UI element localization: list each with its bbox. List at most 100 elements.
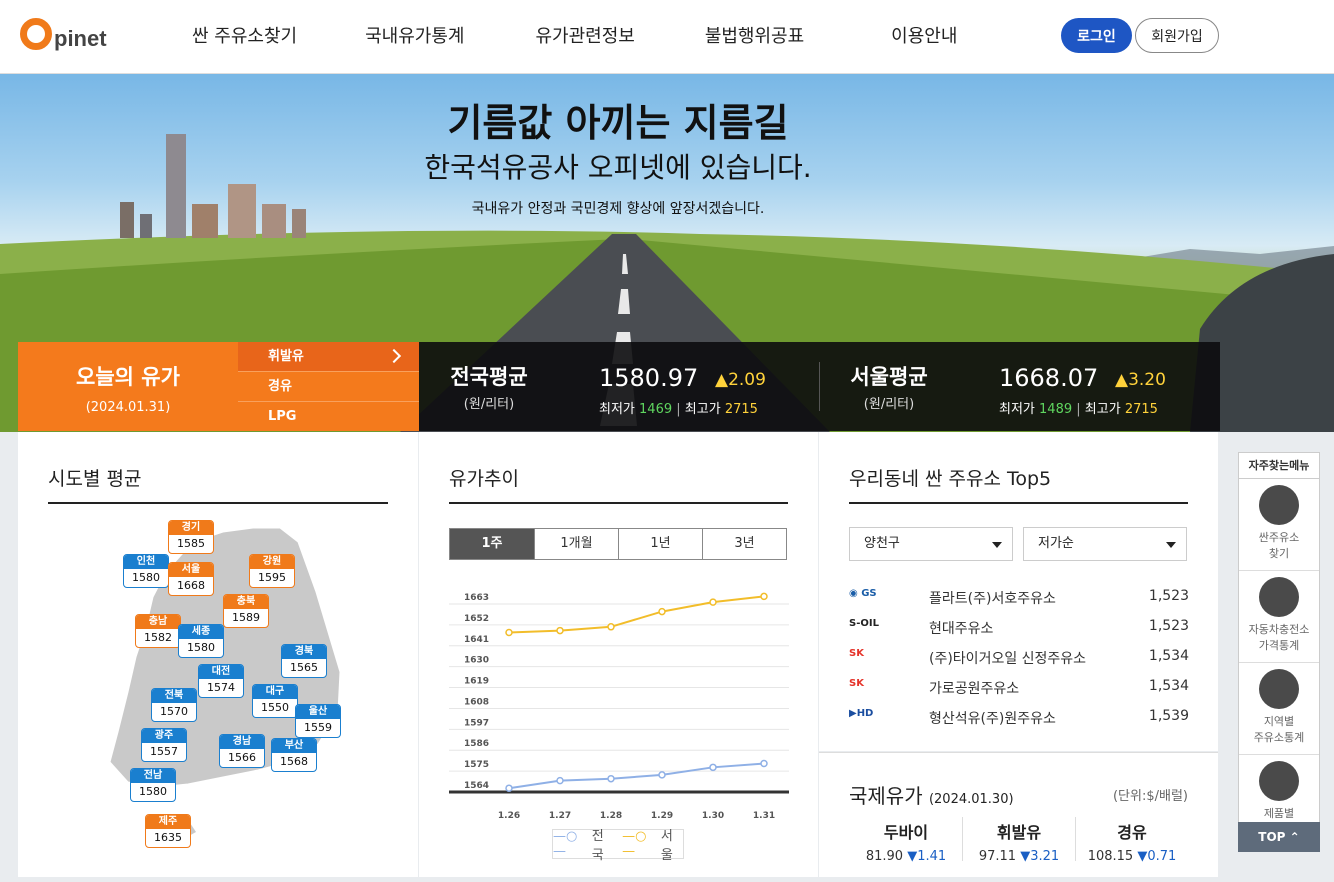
opinet-logo[interactable]: pinet xyxy=(20,14,107,54)
region-value: 1668 xyxy=(177,579,205,592)
data-point[interactable] xyxy=(607,774,615,783)
region-badge[interactable]: 경남 1566 xyxy=(219,734,265,768)
intl-diesel-change: ▼0.71 xyxy=(1137,849,1177,864)
region-value: 1589 xyxy=(232,611,260,624)
data-point[interactable] xyxy=(760,592,768,601)
y-tick-label: 1641 xyxy=(464,635,489,645)
data-point[interactable] xyxy=(658,771,666,779)
region-value: 1557 xyxy=(150,745,178,758)
nav-oil-info[interactable]: 유가관련정보 xyxy=(535,22,634,48)
data-point[interactable] xyxy=(709,598,717,606)
quick-menu-title: 자주찾는메뉴 xyxy=(1239,453,1319,479)
data-point[interactable] xyxy=(760,759,768,768)
intl-dubai: 두바이 81.90 ▼1.41 xyxy=(850,819,962,864)
region-badge[interactable]: 광주 1557 xyxy=(141,728,187,762)
region-name: 충북 xyxy=(224,595,268,609)
top-button[interactable]: TOP ⌃ xyxy=(1238,822,1320,852)
period-1y[interactable]: 1년 xyxy=(618,529,702,559)
region-badge[interactable]: 울산 1559 xyxy=(295,704,341,738)
region-value: 1570 xyxy=(160,705,188,718)
region-badge[interactable]: 대구 1550 xyxy=(252,684,298,718)
station-name: 형산석유(주)원주유소 xyxy=(929,711,1056,727)
nav-cheap-station[interactable]: 싼 주유소찾기 xyxy=(192,22,297,48)
national-label: 전국평균 xyxy=(450,365,528,389)
tab-diesel[interactable]: 경유 xyxy=(238,372,419,402)
data-point[interactable] xyxy=(556,776,564,785)
quick-ev-charge[interactable]: 자동차충전소 가격통계 xyxy=(1239,577,1319,663)
seoul-change: ▲3.20 xyxy=(1115,370,1166,390)
station-row[interactable]: SK (주)타이거오일 신정주유소 1,534 xyxy=(849,642,1189,672)
seoul-label: 서울평균 xyxy=(850,365,928,389)
period-1m[interactable]: 1개월 xyxy=(534,529,618,559)
login-button[interactable]: 로그인 xyxy=(1061,18,1132,53)
nav-illegal[interactable]: 불법행위공표 xyxy=(705,22,804,48)
data-point[interactable] xyxy=(658,607,666,616)
tab-lpg[interactable]: LPG xyxy=(238,402,419,432)
region-badge[interactable]: 대전 1574 xyxy=(198,664,244,698)
nav-domestic-stats[interactable]: 국내유가통계 xyxy=(365,22,464,48)
region-badge[interactable]: 부산 1568 xyxy=(271,738,317,772)
join-button[interactable]: 회원가입 xyxy=(1135,18,1219,53)
region-badge[interactable]: 서울 1668 xyxy=(168,562,214,596)
region-badge[interactable]: 전북 1570 xyxy=(151,688,197,722)
tab-gasoline[interactable]: 휘발유 xyxy=(238,342,419,372)
sort-select[interactable]: 저가순 xyxy=(1023,527,1187,561)
fuel-type-tabs: 휘발유 경유 LPG xyxy=(238,342,419,431)
charger-icon xyxy=(1259,577,1299,617)
station-name: 플라트(주)서호주유소 xyxy=(929,591,1056,607)
hero-title: 기름값 아끼는 지름길 xyxy=(447,101,789,145)
data-point[interactable] xyxy=(505,784,513,792)
data-point[interactable] xyxy=(556,626,564,635)
legend-seoul-marker: —○— xyxy=(622,829,647,859)
trend-title-line xyxy=(449,502,788,504)
map-icon xyxy=(1259,669,1299,709)
legend-seoul: 서울 xyxy=(660,829,673,863)
region-value: 1574 xyxy=(207,681,235,694)
station-row[interactable]: S-OIL 현대주유소 1,523 xyxy=(849,612,1189,642)
nav-guide[interactable]: 이용안내 xyxy=(891,22,957,48)
quick-region-stats[interactable]: 지역별 주유소통계 xyxy=(1239,669,1319,755)
district-select[interactable]: 양천구 xyxy=(849,527,1013,561)
intl-gasoline-name: 휘발유 xyxy=(996,823,1042,842)
hero-description: 국내유가 안정과 국민경제 향상에 앞장서겠습니다. xyxy=(471,201,765,217)
region-name: 부산 xyxy=(272,739,316,753)
region-badge[interactable]: 충남 1582 xyxy=(135,614,181,648)
data-point[interactable] xyxy=(505,628,513,637)
station-row[interactable]: ▶HD 형산석유(주)원주유소 1,539 xyxy=(849,702,1189,732)
region-name: 광주 xyxy=(142,729,186,743)
main-nav: 싼 주유소찾기 국내유가통계 유가관련정보 불법행위공표 이용안내 xyxy=(150,22,957,48)
region-badge[interactable]: 제주 1635 xyxy=(145,814,191,848)
data-point[interactable] xyxy=(709,763,717,772)
national-minmax: 최저가 1469 | 최고가 2715 xyxy=(599,402,758,417)
data-point[interactable] xyxy=(607,623,615,631)
region-badge[interactable]: 세종 1580 xyxy=(178,624,224,658)
region-value: 1559 xyxy=(304,721,332,734)
intl-title-text: 국제유가 xyxy=(849,784,923,808)
period-1w[interactable]: 1주 xyxy=(450,529,534,559)
y-tick-label: 1663 xyxy=(464,593,489,603)
region-value: 1595 xyxy=(258,571,286,584)
region-badge[interactable]: 인천 1580 xyxy=(123,554,169,588)
quick-menu: 자주찾는메뉴 싼주유소 찾기 자동차충전소 가격통계 지역별 주유소통계 제품별… xyxy=(1238,452,1320,852)
top5-panel: 우리동네 싼 주유소 Top5 양천구 저가순 ◉ GS 플라트(주)서호주유소 1… xyxy=(819,432,1218,751)
chart-legend: —○— 전국 —○— 서울 xyxy=(552,829,684,863)
region-value: 1566 xyxy=(228,751,256,764)
national-change: ▲2.09 xyxy=(715,370,766,390)
station-row[interactable]: ◉ GS 플라트(주)서호주유소 1,523 xyxy=(849,582,1189,612)
quick-cheap-station[interactable]: 싼주유소 찾기 xyxy=(1239,485,1319,571)
region-badge[interactable]: 충북 1589 xyxy=(223,594,269,628)
max-label: 최고가 xyxy=(684,402,721,417)
y-tick-label: 1575 xyxy=(464,760,489,770)
chart-icon xyxy=(1259,761,1299,801)
region-name: 충남 xyxy=(136,615,180,629)
station-row[interactable]: SK 가로공원주유소 1,534 xyxy=(849,672,1189,702)
region-badge[interactable]: 전남 1580 xyxy=(130,768,176,802)
x-tick-label: 1.27 xyxy=(549,811,571,821)
period-3y[interactable]: 3년 xyxy=(702,529,786,559)
intl-unit: (단위:$/배럴) xyxy=(1112,789,1188,804)
region-badge[interactable]: 경기 1585 xyxy=(168,520,214,554)
intl-dubai-change: ▼1.41 xyxy=(907,849,947,864)
seoul-min: 1489 xyxy=(1039,402,1073,417)
region-badge[interactable]: 경북 1565 xyxy=(281,644,327,678)
region-badge[interactable]: 강원 1595 xyxy=(249,554,295,588)
